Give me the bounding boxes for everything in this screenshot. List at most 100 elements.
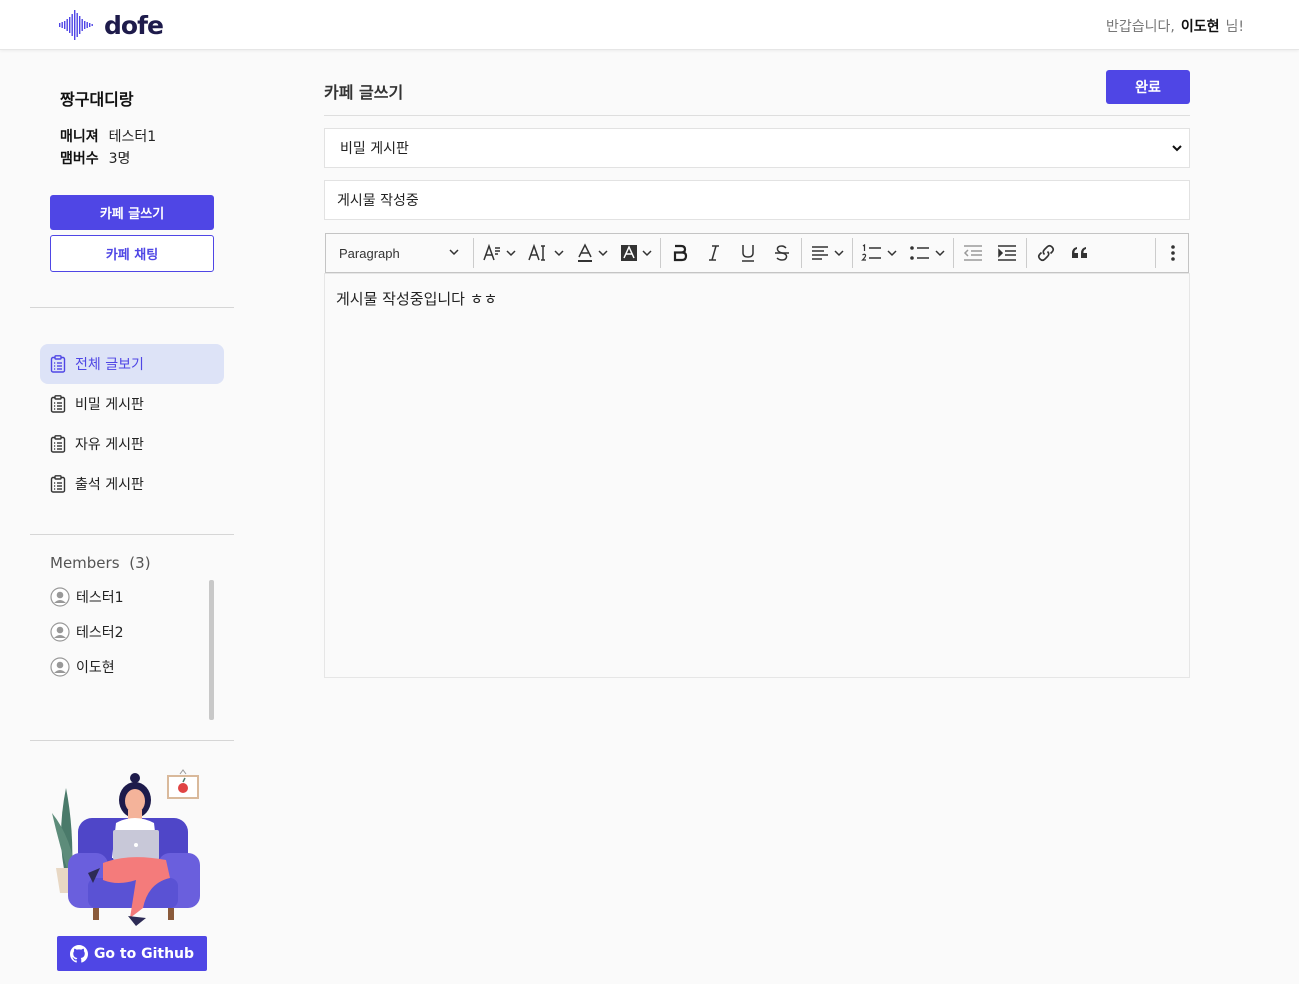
underline-icon bbox=[742, 245, 754, 262]
sidebar-item-secret-board[interactable]: 비밀 게시판 bbox=[40, 384, 224, 424]
user-avatar-icon bbox=[50, 587, 70, 607]
members-title: Members bbox=[50, 554, 120, 572]
outdent-icon bbox=[963, 245, 982, 261]
font-size-icon bbox=[483, 243, 500, 261]
editor-content-area[interactable]: 게시물 작성중입니다 ㅎㅎ bbox=[324, 273, 1190, 678]
outdent-button[interactable] bbox=[956, 234, 990, 272]
sidebar-divider bbox=[30, 740, 234, 741]
numbered-list-icon bbox=[861, 243, 881, 261]
member-item[interactable]: 이도현 bbox=[50, 657, 115, 677]
member-count-label: 맴버수 bbox=[60, 151, 99, 167]
soundwave-logo-icon bbox=[59, 10, 93, 40]
sidebar-item-label: 출석 게시판 bbox=[75, 477, 144, 493]
top-header: dofe 반갑습니다, 이도현 님! bbox=[0, 0, 1299, 50]
italic-button[interactable] bbox=[697, 234, 731, 272]
bulleted-list-icon bbox=[910, 246, 929, 260]
sidebar-item-label: 자유 게시판 bbox=[75, 437, 144, 453]
member-count-row: 맴버수 3명 bbox=[60, 148, 130, 168]
editor-content: 게시물 작성중입니다 ㅎㅎ bbox=[336, 290, 498, 308]
link-icon bbox=[1037, 244, 1055, 262]
sidebar-item-label: 전체 글보기 bbox=[75, 357, 144, 373]
italic-icon bbox=[709, 245, 719, 261]
sidebar-item-free-board[interactable]: 자유 게시판 bbox=[40, 424, 224, 464]
post-title-input[interactable]: 게시물 작성중 bbox=[324, 180, 1190, 220]
greeting-suffix: 님! bbox=[1225, 19, 1245, 35]
user-name: 이도현 bbox=[1180, 19, 1220, 35]
font-size-button[interactable] bbox=[476, 234, 522, 272]
cafe-write-button[interactable]: 카페 글쓰기 bbox=[50, 195, 214, 230]
chevron-down-icon bbox=[598, 250, 608, 257]
chevron-down-icon bbox=[554, 250, 564, 257]
member-item[interactable]: 테스터1 bbox=[50, 587, 124, 607]
align-button[interactable] bbox=[804, 234, 850, 272]
board-select[interactable]: 비밀 게시판 bbox=[324, 128, 1190, 168]
clipboard-icon bbox=[50, 355, 66, 373]
chevron-down-icon bbox=[449, 249, 459, 256]
more-vertical-icon bbox=[1171, 245, 1175, 261]
strikethrough-button[interactable] bbox=[765, 234, 799, 272]
manager-label: 매니져 bbox=[60, 129, 99, 145]
sidebar-item-attendance-board[interactable]: 출석 게시판 bbox=[40, 464, 224, 504]
logo[interactable]: dofe bbox=[58, 9, 164, 41]
link-button[interactable] bbox=[1029, 234, 1063, 272]
numbered-list-button[interactable] bbox=[855, 234, 903, 272]
bold-button[interactable] bbox=[663, 234, 697, 272]
post-title-value: 게시물 작성중 bbox=[337, 193, 419, 209]
strikethrough-icon bbox=[775, 245, 789, 261]
chevron-down-icon bbox=[935, 250, 945, 257]
more-options-button[interactable] bbox=[1158, 234, 1188, 272]
member-name: 테스터2 bbox=[76, 625, 124, 641]
page-title: 카페 글쓰기 bbox=[324, 83, 404, 102]
toolbar-separator bbox=[660, 238, 661, 268]
font-color-button[interactable] bbox=[570, 234, 614, 272]
sidebar-item-all-posts[interactable]: 전체 글보기 bbox=[40, 344, 224, 384]
member-count-value: 3명 bbox=[108, 151, 131, 167]
manager-value: 테스터1 bbox=[108, 129, 157, 145]
toolbar-separator bbox=[852, 238, 853, 268]
member-name: 이도현 bbox=[76, 660, 115, 676]
github-icon bbox=[69, 944, 88, 963]
align-left-icon bbox=[812, 246, 828, 260]
font-family-button[interactable] bbox=[522, 234, 570, 272]
font-family-icon bbox=[528, 243, 545, 261]
bold-icon bbox=[673, 244, 688, 262]
logo-text: dofe bbox=[104, 10, 164, 40]
sidebar-item-label: 비밀 게시판 bbox=[75, 397, 144, 413]
indent-icon bbox=[998, 245, 1016, 261]
chevron-down-icon bbox=[834, 250, 844, 257]
woman-on-sofa-illustration bbox=[52, 769, 200, 926]
clipboard-icon bbox=[50, 435, 66, 453]
sidebar-divider bbox=[30, 534, 234, 535]
toolbar-separator bbox=[801, 238, 802, 268]
indent-button[interactable] bbox=[990, 234, 1024, 272]
toolbar-separator bbox=[473, 238, 474, 268]
done-button[interactable]: 완료 bbox=[1106, 70, 1190, 104]
members-count: (3) bbox=[129, 554, 151, 572]
github-button-label: Go to Github bbox=[93, 945, 195, 962]
blockquote-button[interactable] bbox=[1063, 234, 1097, 272]
background-color-icon bbox=[621, 245, 637, 261]
bulleted-list-button[interactable] bbox=[903, 234, 951, 272]
clipboard-icon bbox=[50, 475, 66, 493]
board-select-value: 비밀 게시판 bbox=[340, 141, 409, 157]
chevron-down-icon bbox=[642, 250, 652, 257]
manager-row: 매니져 테스터1 bbox=[60, 126, 156, 146]
font-color-icon bbox=[578, 243, 592, 262]
github-button[interactable]: Go to Github bbox=[57, 936, 207, 971]
toolbar-separator bbox=[1026, 238, 1027, 268]
cafe-chat-button[interactable]: 카페 채팅 bbox=[50, 235, 214, 272]
user-avatar-icon bbox=[50, 657, 70, 677]
user-greeting: 반갑습니다, 이도현 님! bbox=[1106, 16, 1244, 36]
members-scrollbar[interactable] bbox=[209, 580, 214, 720]
cafe-name: 짱구대디랑 bbox=[60, 90, 134, 109]
clipboard-icon bbox=[50, 395, 66, 413]
sidebar-divider bbox=[30, 307, 234, 308]
underline-button[interactable] bbox=[731, 234, 765, 272]
title-divider bbox=[324, 115, 1190, 116]
paragraph-dropdown[interactable]: Paragraph bbox=[326, 234, 471, 272]
background-color-button[interactable] bbox=[614, 234, 658, 272]
chevron-down-icon bbox=[1172, 145, 1182, 152]
chevron-down-icon bbox=[887, 250, 897, 257]
member-item[interactable]: 테스터2 bbox=[50, 622, 124, 642]
toolbar-separator bbox=[1155, 238, 1156, 268]
